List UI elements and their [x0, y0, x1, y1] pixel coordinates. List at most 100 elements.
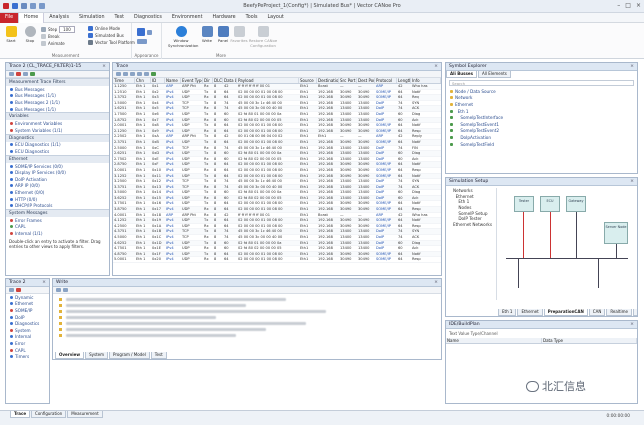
tab-trace[interactable]: Trace	[10, 411, 31, 418]
tree-node[interactable]: SomeIpTestEvent1	[446, 121, 637, 128]
tree-node[interactable]: DoIpActivation	[446, 134, 637, 141]
menu-test[interactable]: Test	[110, 13, 129, 23]
trace2-item[interactable]: System	[6, 327, 49, 334]
clear-icon[interactable]	[56, 288, 61, 292]
window-sync-button[interactable]: Window Synchronization	[168, 26, 198, 48]
menu-hardware[interactable]: Hardware	[207, 13, 240, 23]
trace2-item[interactable]: DoIP	[6, 314, 49, 321]
sim-bus-tab[interactable]: Eth 1	[498, 309, 517, 316]
trace-column-header-cell[interactable]: Protocol	[375, 78, 397, 83]
close-icon[interactable]: ×	[434, 279, 441, 286]
sim-bus-tab[interactable]: BodyCAN	[633, 309, 637, 316]
menu-environment[interactable]: Environment	[167, 13, 208, 23]
tool-icon[interactable]	[9, 288, 14, 292]
sim-bus-tab[interactable]: Ethernet	[517, 309, 543, 316]
search-icon[interactable]	[144, 72, 149, 76]
trace-column-header-cell[interactable]: Length	[397, 78, 411, 83]
close-icon[interactable]: ×	[434, 63, 441, 70]
tab-all-busses[interactable]: Ali Busses	[446, 71, 477, 78]
close-button[interactable]: ×	[636, 2, 641, 9]
tree-node[interactable]: SomeIpTestEvent2	[446, 128, 637, 135]
start-button[interactable]: Start	[2, 26, 20, 43]
filter-item[interactable]: Bus Messages (1/1)	[6, 106, 109, 113]
stop-button[interactable]: Stop	[21, 26, 39, 43]
filter-item[interactable]: HTTP (0/0)	[6, 196, 109, 203]
filter-icon[interactable]	[9, 72, 14, 76]
close-icon[interactable]: ×	[630, 178, 637, 185]
trace2-item[interactable]: CAPL	[6, 347, 49, 354]
break-control[interactable]: Break	[41, 34, 60, 39]
tab-configuration[interactable]: Configuration	[31, 411, 67, 418]
trace-column-header-cell[interactable]: Src Port	[339, 78, 357, 83]
tree-node[interactable]: Node / Data Source	[446, 88, 637, 95]
col-name[interactable]: Name	[446, 338, 542, 343]
vector-tool-platform[interactable]: Vector Tool Platform	[88, 40, 135, 45]
filter-item[interactable]: Ethernet (0/0)	[6, 189, 109, 196]
sim-bus-tab[interactable]: PreparationCAN	[543, 309, 588, 316]
trace2-item[interactable]: Ethernet	[6, 301, 49, 308]
trace-column-header-cell[interactable]: Payload	[237, 78, 299, 83]
step-value-field[interactable]: 100	[59, 26, 75, 33]
trace2-item[interactable]: Error	[6, 340, 49, 347]
copy-icon[interactable]	[23, 72, 28, 76]
step-control[interactable]: Step 100	[41, 26, 75, 33]
trace2-item[interactable]: Diagnostics	[6, 320, 49, 327]
sim-node-ecu[interactable]: ECU	[540, 196, 560, 212]
trace-column-header-cell[interactable]: DLC	[213, 78, 223, 83]
trace-column-header-cell[interactable]: Time	[113, 78, 135, 83]
trace-column-header-cell[interactable]: Name	[165, 78, 181, 83]
trace-column-header-cell[interactable]: Dest Port	[357, 78, 375, 83]
filter-item[interactable]: DoIP Activation	[6, 176, 109, 183]
tab-test[interactable]: Test	[150, 352, 167, 359]
menu-simulation[interactable]: Simulation	[74, 13, 110, 23]
trace-column-header-cell[interactable]: Source	[299, 78, 317, 83]
sim-node-tester[interactable]: Tester	[514, 196, 534, 212]
close-icon[interactable]: ×	[42, 279, 49, 286]
trace2-item[interactable]: SOME/IP	[6, 307, 49, 314]
close-icon[interactable]: ×	[102, 63, 109, 70]
filter-item[interactable]: CAPL	[6, 224, 109, 231]
filter-item[interactable]: Error Frames	[6, 217, 109, 224]
filter-item[interactable]: Display IP Services (0/0)	[6, 169, 109, 176]
filter-item[interactable]: ECU Diagnostics	[6, 148, 109, 155]
detail-icon[interactable]	[130, 72, 135, 76]
animate-control[interactable]: Animate	[41, 41, 65, 46]
filter-item[interactable]: Internal (1/1)	[6, 230, 109, 237]
filter-item[interactable]: ECU Diagnostics (1/1)	[6, 142, 109, 149]
overwrite-icon[interactable]	[151, 72, 156, 76]
trace-column-header-cell[interactable]: Dir	[203, 78, 213, 83]
tab-all-elements[interactable]: All Elements	[477, 71, 511, 78]
restore-config-button[interactable]: Restore CANoe Configuration	[248, 26, 278, 48]
table-row[interactable]: 5.0001 Eth 1 0x20 IPv4 UDP Rx 8 64 02 00 00 00 0…	[113, 257, 441, 263]
menu-analysis[interactable]: Analysis	[44, 13, 74, 23]
minimize-button[interactable]: –	[617, 2, 620, 9]
filter-item[interactable]: SOME/IP Services (0/0)	[6, 163, 109, 170]
symbol-search-input[interactable]: Search	[449, 80, 634, 86]
scroll-icon[interactable]	[123, 72, 128, 76]
copy-icon[interactable]	[63, 288, 68, 292]
tab-system[interactable]: System	[85, 352, 109, 359]
trace-column-header-cell[interactable]: Info	[411, 78, 441, 83]
col-data-type[interactable]: Data Type	[542, 338, 637, 343]
sim-node-gateway[interactable]: Gateway	[566, 196, 586, 212]
sim-bus-tab[interactable]: Realtime	[606, 309, 632, 316]
filter-item[interactable]: ARP IP (0/0)	[6, 183, 109, 190]
filter-item[interactable]: Bus Messages 2 (1/1)	[6, 99, 109, 106]
filter-item[interactable]: Bus Messages (1/1)	[6, 93, 109, 100]
sim-bus-tab[interactable]: CAN	[588, 309, 606, 316]
menu-layout[interactable]: Layout	[262, 13, 288, 23]
tree-node[interactable]: Ethernet	[446, 101, 637, 108]
trace-column-header-cell[interactable]: Destination	[317, 78, 339, 83]
close-icon[interactable]: ×	[630, 63, 637, 70]
tab-overview[interactable]: Overview	[55, 352, 85, 359]
online-mode-toggle[interactable]: Online Mode	[88, 26, 120, 31]
simulated-bus-toggle[interactable]: Simulated Bus	[88, 33, 124, 38]
pause-icon[interactable]	[116, 72, 121, 76]
trace2-item[interactable]: Internal	[6, 334, 49, 341]
filter-icon[interactable]	[137, 72, 142, 76]
tree-node[interactable]: SomeIpTestField	[446, 141, 637, 148]
sim-node-server[interactable]: Server Node	[604, 222, 628, 244]
trace-column-header-cell[interactable]: Chn	[135, 78, 151, 83]
tab-program-model[interactable]: Program / Model	[109, 352, 150, 359]
build-plan-search[interactable]: Text Value Type/Channel	[446, 329, 637, 338]
